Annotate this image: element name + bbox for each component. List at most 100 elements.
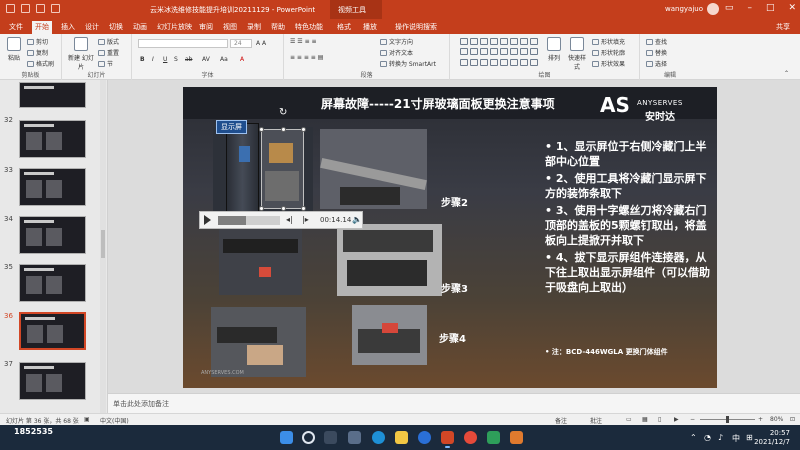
slideshow-view-icon[interactable]: ▶ [674, 416, 679, 423]
shape-icon[interactable] [480, 58, 488, 66]
browser-icon[interactable] [464, 431, 477, 444]
widgets-icon[interactable] [348, 431, 361, 444]
redo-icon[interactable] [36, 4, 45, 13]
bullets-icon[interactable]: ☰ ☰ ≡ ≡ [290, 38, 317, 45]
user-name[interactable]: wangyajuo [665, 5, 703, 13]
tray-chevron-icon[interactable]: ⌃ [690, 433, 697, 442]
step3-photo-b[interactable] [337, 224, 442, 296]
cut-button[interactable]: 剪切 [27, 37, 48, 46]
shape-icon[interactable] [530, 48, 538, 56]
slide-thumbnail[interactable] [19, 216, 86, 254]
tab-transitions[interactable]: 切换 [106, 21, 126, 34]
network-icon[interactable]: ◔ [704, 433, 711, 442]
present-icon[interactable] [51, 4, 60, 13]
shape-icon[interactable] [500, 48, 508, 56]
windows-start-icon[interactable] [280, 431, 293, 444]
ribbon-display-icon[interactable]: ▭ [725, 3, 734, 13]
input-method-icon[interactable]: 中 [732, 433, 740, 444]
shape-icon[interactable] [500, 38, 508, 45]
arrange-button[interactable]: 排列 [544, 37, 564, 62]
slide-thumbnail[interactable] [19, 82, 86, 108]
shape-icon[interactable] [500, 58, 508, 66]
font-color-icon[interactable]: A [240, 56, 244, 63]
tab-help[interactable]: 帮助 [268, 21, 288, 34]
slide-title[interactable]: 屏幕故障-----21寸屏玻璃面板更换注意事项 [321, 95, 555, 112]
replace-button[interactable]: 替换 [646, 48, 667, 57]
share-button[interactable]: 共享 [776, 21, 790, 34]
maximize-icon[interactable]: □ [766, 3, 775, 13]
close-icon[interactable]: ✕ [788, 3, 796, 13]
play-icon[interactable] [204, 215, 211, 225]
shape-icon[interactable] [470, 58, 478, 66]
align-text-button[interactable]: 对齐文本 [380, 48, 413, 57]
grow-font-icon[interactable]: A A [256, 40, 266, 47]
tab-record[interactable]: 录制 [244, 21, 264, 34]
resize-handle[interactable] [281, 127, 286, 132]
sorter-view-icon[interactable]: ▦ [642, 416, 648, 423]
change-case-icon[interactable]: Aa [220, 56, 228, 63]
volume-icon[interactable]: ♪ [718, 433, 723, 442]
layout-button[interactable]: 版式 [98, 37, 119, 46]
shape-icon[interactable] [460, 38, 468, 45]
shape-outline-button[interactable]: 形状轮廓 [592, 48, 625, 57]
slide[interactable]: 屏幕故障-----21寸屏玻璃面板更换注意事项 AS ANYSERVES 安时达… [183, 87, 717, 388]
tab-home[interactable]: 开始 [32, 21, 52, 34]
notes-pane[interactable]: 单击此处添加备注 [108, 393, 800, 413]
shape-icon[interactable] [480, 38, 488, 45]
text-direction-button[interactable]: 文字方向 [380, 37, 413, 46]
paste-button[interactable]: 粘贴 [4, 37, 24, 62]
resize-handle[interactable] [301, 127, 306, 132]
shape-fill-button[interactable]: 形状填充 [592, 37, 625, 46]
shape-icon[interactable] [490, 58, 498, 66]
shape-effects-button[interactable]: 形状效果 [592, 59, 625, 68]
find-button[interactable]: 查找 [646, 37, 667, 46]
reset-button[interactable]: 重置 [98, 48, 119, 57]
slide-thumbnail[interactable] [19, 362, 86, 400]
spreadsheet-icon[interactable] [487, 431, 500, 444]
edge-browser-icon[interactable] [372, 431, 385, 444]
tab-slideshow[interactable]: 幻灯片放映 [154, 21, 195, 34]
selection-box[interactable] [259, 127, 306, 211]
step4-photo-b[interactable] [352, 305, 427, 365]
zoom-slider[interactable] [700, 416, 755, 423]
section-button[interactable]: 节 [98, 59, 113, 68]
slide-thumbnail[interactable] [19, 168, 86, 206]
shapes-gallery[interactable] [460, 38, 540, 68]
shape-icon[interactable] [530, 58, 538, 66]
avatar[interactable] [707, 3, 719, 15]
powerpoint-icon[interactable] [441, 431, 454, 448]
shape-icon[interactable] [520, 48, 528, 56]
new-slide-button[interactable]: 新建 幻灯片 [68, 37, 94, 71]
volume-icon[interactable]: 🔈 [352, 215, 362, 224]
tab-design[interactable]: 设计 [82, 21, 102, 34]
instruction-text-box[interactable]: • 1、显示屏位于右侧冷藏门上半部中心位置 • 2、使用工具将冷藏门显示屏下方的… [545, 139, 710, 297]
step4-photo-a[interactable] [211, 307, 306, 377]
shape-icon[interactable] [510, 38, 518, 45]
italic-icon[interactable]: I [152, 56, 154, 63]
tab-animations[interactable]: 动画 [130, 21, 150, 34]
tab-review[interactable]: 审阅 [196, 21, 216, 34]
slide-thumbnail[interactable] [19, 264, 86, 302]
shadow-icon[interactable]: S [174, 56, 178, 63]
thumbnail-scrollbar[interactable] [100, 80, 106, 413]
system-clock[interactable]: 20:57 2021/12/7 [754, 429, 790, 447]
format-painter-button[interactable]: 格式刷 [27, 59, 54, 68]
ime-icon[interactable]: ⊞ [746, 433, 753, 442]
quick-styles-button[interactable]: 快速样式 [566, 37, 588, 71]
font-name-box[interactable] [138, 39, 228, 48]
tab-special[interactable]: 特色功能 [292, 21, 326, 34]
step3-photo-a[interactable] [219, 227, 302, 295]
shape-icon[interactable] [470, 38, 478, 45]
normal-view-icon[interactable]: ▭ [626, 416, 632, 423]
slide-thumbnail[interactable] [19, 120, 86, 158]
comments-button[interactable]: 批注 [590, 416, 602, 425]
tab-file[interactable]: 文件 [6, 21, 26, 34]
app-icon[interactable] [418, 431, 431, 444]
shape-icon[interactable] [490, 38, 498, 45]
reading-view-icon[interactable]: ▯ [658, 416, 661, 423]
app-icon[interactable] [510, 431, 523, 444]
forward-icon[interactable]: |▸ [302, 215, 309, 224]
language-indicator[interactable]: 中文(中国) [100, 416, 129, 425]
minimize-icon[interactable]: – [747, 3, 752, 13]
shape-icon[interactable] [510, 58, 518, 66]
